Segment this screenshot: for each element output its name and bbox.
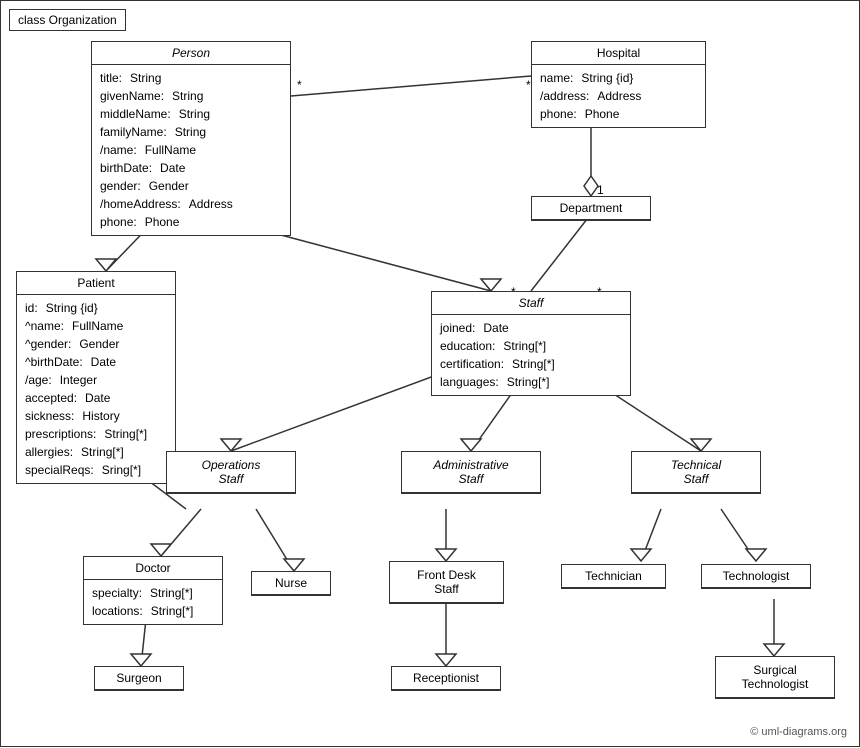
diagram-container: class Organization bbox=[0, 0, 860, 747]
tech-staff-title: TechnicalStaff bbox=[632, 452, 760, 493]
staff-title: Staff bbox=[432, 292, 630, 315]
nurse-class: Nurse bbox=[251, 571, 331, 596]
doctor-class: Doctor specialty:String[*] locations:Str… bbox=[83, 556, 223, 625]
receptionist-class: Receptionist bbox=[391, 666, 501, 691]
tech-staff-class: TechnicalStaff bbox=[631, 451, 761, 494]
patient-attrs: id:String {id} ^name:FullName ^gender:Ge… bbox=[17, 295, 175, 483]
admin-staff-title: AdministrativeStaff bbox=[402, 452, 540, 493]
surgical-tech-class: SurgicalTechnologist bbox=[715, 656, 835, 699]
department-class: Department bbox=[531, 196, 651, 221]
department-title: Department bbox=[532, 197, 650, 220]
patient-title: Patient bbox=[17, 272, 175, 295]
surgeon-class: Surgeon bbox=[94, 666, 184, 691]
svg-text:*: * bbox=[297, 78, 302, 92]
surgeon-title: Surgeon bbox=[95, 667, 183, 690]
doctor-title: Doctor bbox=[84, 557, 222, 580]
diagram-title: class Organization bbox=[9, 9, 126, 31]
svg-text:1: 1 bbox=[597, 183, 604, 197]
frontdesk-title: Front DeskStaff bbox=[390, 562, 503, 603]
hospital-class: Hospital name:String {id} /address:Addre… bbox=[531, 41, 706, 128]
ops-staff-title: OperationsStaff bbox=[167, 452, 295, 493]
technician-title: Technician bbox=[562, 565, 665, 588]
ops-staff-class: OperationsStaff bbox=[166, 451, 296, 494]
technologist-title: Technologist bbox=[702, 565, 810, 588]
hospital-title: Hospital bbox=[532, 42, 705, 65]
hospital-attrs: name:String {id} /address:Address phone:… bbox=[532, 65, 705, 127]
receptionist-title: Receptionist bbox=[392, 667, 500, 690]
doctor-attrs: specialty:String[*] locations:String[*] bbox=[84, 580, 222, 624]
copyright: © uml-diagrams.org bbox=[750, 726, 847, 738]
person-title: Person bbox=[92, 42, 290, 65]
technologist-class: Technologist bbox=[701, 564, 811, 589]
surgical-tech-title: SurgicalTechnologist bbox=[716, 657, 834, 698]
technician-class: Technician bbox=[561, 564, 666, 589]
frontdesk-class: Front DeskStaff bbox=[389, 561, 504, 604]
admin-staff-class: AdministrativeStaff bbox=[401, 451, 541, 494]
nurse-title: Nurse bbox=[252, 572, 330, 595]
staff-attrs: joined:Date education:String[*] certific… bbox=[432, 315, 630, 395]
person-attrs: title:String givenName:String middleName… bbox=[92, 65, 290, 235]
staff-class: Staff joined:Date education:String[*] ce… bbox=[431, 291, 631, 396]
patient-class: Patient id:String {id} ^name:FullName ^g… bbox=[16, 271, 176, 484]
person-class: Person title:String givenName:String mid… bbox=[91, 41, 291, 236]
